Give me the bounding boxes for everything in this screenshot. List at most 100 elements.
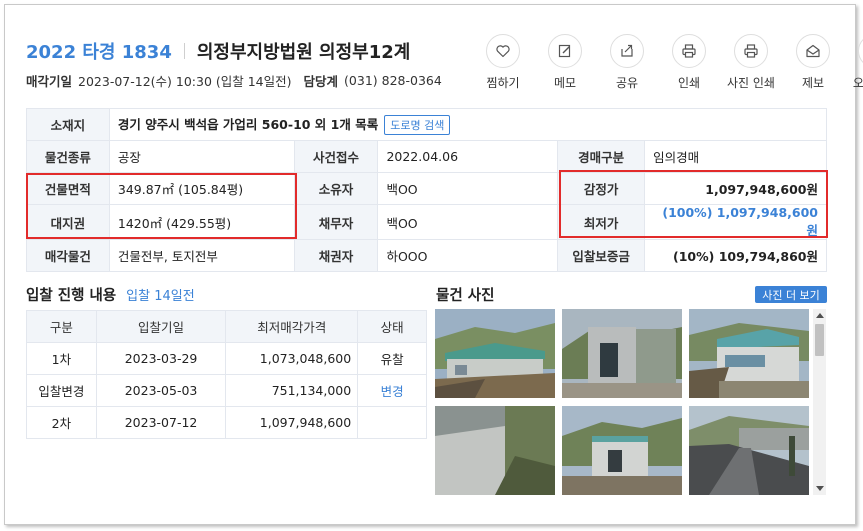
share-icon: [621, 44, 633, 57]
print-label: 인쇄: [677, 76, 701, 90]
type-label: 물건종류: [26, 140, 110, 173]
land-label: 대지권: [26, 204, 110, 240]
table-row: 건물면적 349.87㎡ (105.84평) 소유자 백OO 감정가 1,097…: [26, 172, 827, 205]
building-area-label: 건물면적: [26, 172, 110, 205]
printer-icon: [744, 44, 758, 58]
more-photos-button[interactable]: 사진 더 보기: [755, 286, 827, 303]
creditor-value: 하OOO: [377, 239, 559, 272]
table-row: 입찰변경 2023-05-03 751,134,000 변경: [26, 374, 427, 407]
property-photo[interactable]: [435, 309, 555, 398]
property-photo[interactable]: [435, 406, 555, 495]
photo-print-button[interactable]: 사진 인쇄: [720, 34, 782, 91]
photo-gallery: [435, 309, 813, 495]
memo-label: 메모: [553, 76, 577, 90]
error-report-label: 오류신고: [852, 76, 863, 90]
table-row: 1차 2023-03-29 1,073,048,600 유찰: [26, 342, 427, 375]
auction-type-label: 경매구분: [557, 140, 646, 173]
envelope-icon: [806, 44, 820, 58]
share-button[interactable]: 공유: [596, 34, 658, 91]
table-row: 2차 2023-07-12 1,097,948,600: [26, 406, 427, 439]
debtor-value: 백OO: [377, 204, 559, 240]
road-name-search-button[interactable]: 도로명 검색: [384, 115, 451, 135]
column-header: 상태: [357, 310, 427, 343]
contact-label: 담당계: [303, 74, 339, 89]
round-cell: 입찰변경: [26, 374, 97, 407]
photo-image: [435, 406, 555, 495]
photos-title: 물건 사진: [436, 288, 495, 304]
property-photo[interactable]: [689, 309, 809, 398]
photo-image: [562, 309, 682, 398]
sale-info: 매각기일 2023-07-12(수) 10:30 (입찰 14일전) 담당계 (…: [26, 71, 442, 90]
report-button[interactable]: 제보: [782, 34, 844, 91]
scroll-down-icon[interactable]: [816, 486, 824, 491]
scroll-thumb[interactable]: [815, 324, 824, 356]
title-row: 2022 타경 1834 의정부지방법원 의정부12계: [26, 38, 410, 64]
appraisal-label: 감정가: [557, 172, 646, 205]
owner-value: 백OO: [377, 172, 559, 205]
photo-image: [562, 406, 682, 495]
column-header: 최저매각가격: [225, 310, 359, 343]
round-cell: 1차: [26, 342, 97, 375]
case-number: 2022 타경 1834: [26, 42, 172, 63]
scroll-up-icon[interactable]: [816, 313, 824, 318]
appraisal-value: 1,097,948,600원: [644, 172, 827, 205]
photo-image: [689, 406, 809, 495]
photo-print-label: 사진 인쇄: [727, 76, 775, 90]
printer-icon: [682, 44, 696, 58]
property-photo[interactable]: [562, 406, 682, 495]
heart-icon: [496, 45, 510, 58]
date-cell: 2023-03-29: [95, 342, 227, 375]
error-report-button[interactable]: 오류신고: [844, 34, 863, 91]
table-row: 대지권 1420㎡ (429.55평) 채무자 백OO 최저가 (100%) 1…: [26, 204, 827, 240]
round-cell: 2차: [26, 406, 97, 439]
price-cell: 751,134,000: [225, 374, 359, 407]
column-header: 입찰기일: [95, 310, 227, 343]
print-button[interactable]: 인쇄: [658, 34, 720, 91]
share-label: 공유: [615, 76, 639, 90]
table-row: 소재지 경기 양주시 백석읍 가업리 560-10 외 1개 목록 도로명 검색: [26, 108, 828, 141]
received-value: 2022.04.06: [377, 140, 559, 173]
property-photo[interactable]: [562, 309, 682, 398]
deposit-value: (10%) 109,794,860원: [644, 239, 827, 272]
status-cell: 유찰: [357, 342, 427, 375]
bidding-table: 구분 입찰기일 최저매각가격 상태 1차 2023-03-29 1,073,04…: [26, 310, 427, 439]
price-cell: 1,097,948,600: [225, 406, 359, 439]
debtor-label: 채무자: [293, 204, 379, 240]
favorite-button[interactable]: 찜하기: [472, 34, 534, 91]
pencil-icon: [558, 44, 571, 58]
property-details-table: 소재지 경기 양주시 백석읍 가업리 560-10 외 1개 목록 도로명 검색 …: [26, 108, 828, 272]
owner-label: 소유자: [293, 172, 379, 205]
action-bar: 찜하기 메모 공유 인쇄 사진 인쇄 제보 오류신고: [472, 34, 863, 91]
contact-value: (031) 828-0364: [344, 73, 442, 88]
status-cell[interactable]: 변경: [357, 374, 427, 407]
sale-date-value: 2023-07-12(수) 10:30 (입찰 14일전): [78, 74, 292, 89]
land-value: 1420㎡ (429.55평): [108, 204, 295, 240]
auction-type-value: 임의경매: [644, 140, 827, 173]
table-row: 매각물건 건물전부, 토지전부 채권자 하OOO 입찰보증금 (10%) 109…: [26, 239, 827, 272]
table-row: 물건종류 공장 사건접수 2022.04.06 경매구분 임의경매: [26, 140, 827, 173]
date-cell: 2023-05-03: [95, 374, 227, 407]
bidding-section-title: 입찰 진행 내용 입찰 14일전: [26, 284, 195, 305]
column-header: 구분: [26, 310, 97, 343]
court-name: 의정부지방법원 의정부12계: [196, 42, 411, 63]
sale-items-label: 매각물건: [26, 239, 110, 272]
photo-image: [689, 309, 809, 398]
sale-items-value: 건물전부, 토지전부: [108, 239, 295, 272]
photo-scrollbar[interactable]: [813, 309, 826, 495]
report-label: 제보: [801, 76, 825, 90]
type-value: 공장: [108, 140, 295, 173]
received-label: 사건접수: [293, 140, 379, 173]
deposit-label: 입찰보증금: [557, 239, 646, 272]
min-price-value: (100%) 1,097,948,600원: [644, 204, 827, 240]
property-photo[interactable]: [689, 406, 809, 495]
location-cell: 경기 양주시 백석읍 가업리 560-10 외 1개 목록 도로명 검색: [108, 108, 828, 141]
bidding-subtitle: 입찰 14일전: [126, 289, 195, 304]
photo-image: [435, 309, 555, 398]
memo-button[interactable]: 메모: [534, 34, 596, 91]
table-header-row: 구분 입찰기일 최저매각가격 상태: [26, 310, 427, 343]
location-label: 소재지: [26, 108, 110, 141]
min-price-label: 최저가: [557, 204, 646, 240]
sale-date-label: 매각기일: [26, 74, 73, 89]
title-divider: [183, 43, 185, 59]
price-cell: 1,073,048,600: [225, 342, 359, 375]
